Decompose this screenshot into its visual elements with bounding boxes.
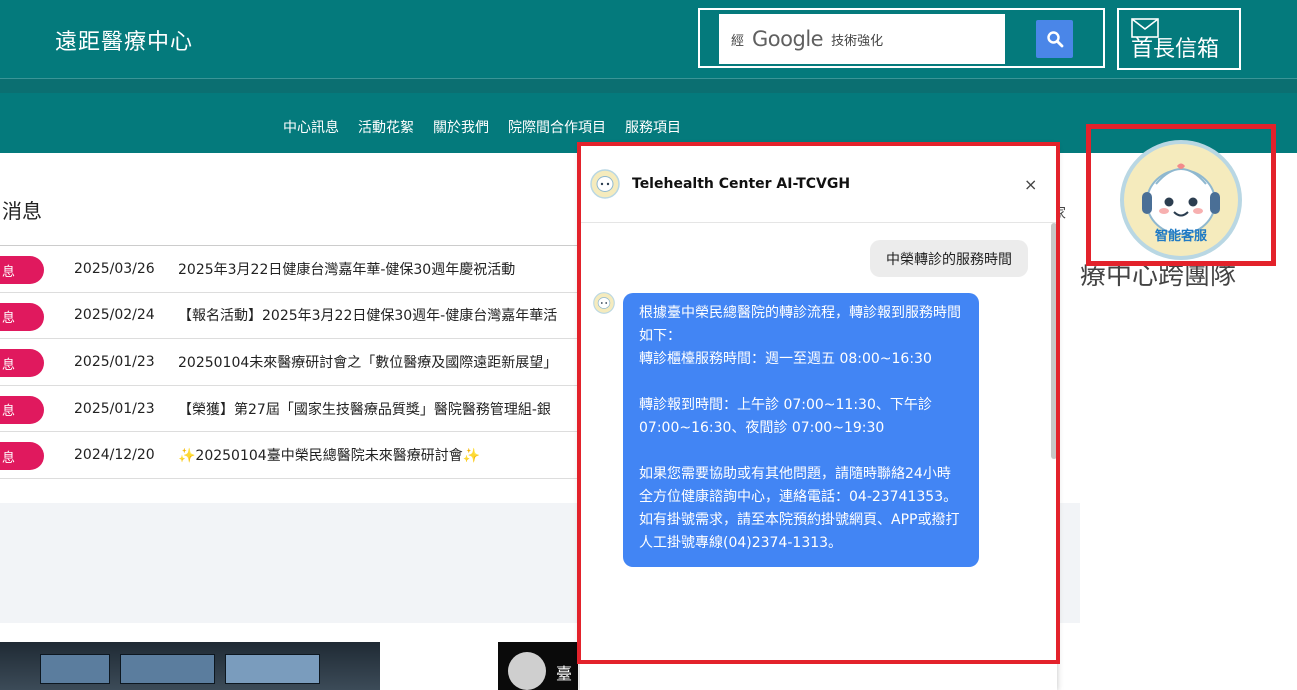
- nav-item-services[interactable]: 服務項目: [625, 117, 681, 137]
- news-list: 息 2025/03/26 2025年3月22日健康台灣嘉年華-健保30週年慶祝活…: [0, 245, 578, 479]
- mailbox-label: 首長信箱: [1131, 37, 1220, 62]
- search-input[interactable]: 經 Google 技術強化: [719, 14, 1005, 64]
- photo-control-room[interactable]: [0, 642, 380, 690]
- bot-message: 根據臺中榮民總醫院的轉診流程，轉診報到服務時間如下： 轉診櫃檯服務時間：週一至週…: [623, 293, 979, 567]
- news-section-title: 消息: [2, 199, 42, 223]
- search-button[interactable]: [1036, 20, 1073, 58]
- news-row[interactable]: 息 2025/02/24 【報名活動】2025年3月22日健保30週年-健康台灣…: [0, 293, 578, 340]
- director-mailbox-button[interactable]: 首長信箱: [1117, 8, 1241, 70]
- news-badge: 息: [0, 349, 44, 378]
- news-link[interactable]: 【報名活動】2025年3月22日健保30週年-健康台灣嘉年華活: [178, 305, 557, 325]
- header-divider: [0, 78, 1297, 93]
- news-badge: 息: [0, 256, 44, 284]
- photo-screen: [225, 654, 320, 684]
- video-title-fragment: 臺: [556, 664, 573, 683]
- bot-message-registration: 如有掛號需求，請至本院預約掛號網頁、APP或撥打人工掛號專線(04)2374-1…: [639, 512, 960, 551]
- google-logo: Google: [752, 27, 824, 51]
- channel-avatar: [508, 652, 546, 690]
- close-icon[interactable]: ×: [1024, 175, 1037, 194]
- news-badge: 息: [0, 395, 44, 424]
- bot-avatar-icon: [593, 292, 615, 314]
- nav-item-center-news[interactable]: 中心訊息: [283, 117, 339, 137]
- chat-title: Telehealth Center AI-TCVGH: [632, 176, 851, 192]
- photo-screen: [120, 654, 215, 684]
- news-date: 2025/01/23: [74, 353, 155, 370]
- news-date: 2025/03/26: [74, 260, 155, 277]
- news-link[interactable]: 【榮獲】第27屆「國家生技醫療品質獎」醫院醫務管理組-銀: [178, 399, 551, 419]
- main-nav: 中心訊息 活動花絮 關於我們 院際間合作項目 服務項目: [283, 117, 681, 137]
- nav-item-about-us[interactable]: 關於我們: [433, 117, 489, 137]
- chat-header: Telehealth Center AI-TCVGH ×: [580, 145, 1057, 223]
- news-badge: 息: [0, 442, 44, 471]
- news-date: 2025/02/24: [74, 307, 155, 324]
- news-date: 2024/12/20: [74, 447, 155, 464]
- search-prefix: 經: [731, 33, 745, 49]
- search-icon: [1046, 31, 1063, 48]
- search-suffix: 技術強化: [831, 33, 884, 49]
- news-link[interactable]: ✨20250104臺中榮民總醫院未來醫療研討會✨: [178, 445, 480, 465]
- nav-item-activities[interactable]: 活動花絮: [358, 117, 414, 137]
- nav-item-inter-hospital[interactable]: 院際間合作項目: [508, 117, 606, 137]
- mail-icon: [1131, 18, 1159, 38]
- news-badge: 息: [0, 302, 44, 331]
- news-row[interactable]: 息 2024/12/20 ✨20250104臺中榮民總醫院未來醫療研討會✨: [0, 432, 578, 479]
- chat-window: Telehealth Center AI-TCVGH × 中榮轉診的服務時間 根…: [580, 145, 1057, 690]
- user-message: 中榮轉診的服務時間: [870, 240, 1028, 277]
- site-title[interactable]: 遠距醫療中心: [55, 24, 193, 56]
- news-row[interactable]: 息 2025/01/23 【榮獲】第27屆「國家生技醫療品質獎」醫院醫務管理組-…: [0, 386, 578, 433]
- bot-message-checkin-hours: 轉診報到時間：上午診 07:00~11:30、下午診 07:00~16:30、夜…: [639, 397, 932, 436]
- news-row[interactable]: 息 2025/03/26 2025年3月22日健康台灣嘉年華-健保30週年慶祝活…: [0, 246, 578, 293]
- news-date: 2025/01/23: [74, 400, 155, 417]
- bot-message-counter-hours: 轉診櫃檯服務時間：週一至週五 08:00~16:30: [639, 351, 932, 367]
- news-link[interactable]: 20250104未來醫療研討會之「數位醫療及國際遠距新展望」: [178, 352, 557, 372]
- news-row[interactable]: 息 2025/01/23 20250104未來醫療研討會之「數位醫療及國際遠距新…: [0, 339, 578, 386]
- photo-screen: [40, 654, 110, 684]
- bot-avatar-icon: [590, 169, 620, 199]
- chat-scrollbar[interactable]: [1051, 223, 1057, 459]
- bot-message-contact: 如果您需要協助或有其他問題，請隨時聯絡24小時全方位健康諮詢中心，連絡電話：04…: [639, 466, 958, 505]
- photo-video-thumb[interactable]: 臺: [498, 642, 578, 690]
- news-link[interactable]: 2025年3月22日健康台灣嘉年華-健保30週年慶祝活動: [178, 259, 515, 279]
- assistant-highlight-box: [1086, 124, 1276, 266]
- bot-message-intro: 根據臺中榮民總醫院的轉診流程，轉診報到服務時間如下：: [639, 305, 961, 344]
